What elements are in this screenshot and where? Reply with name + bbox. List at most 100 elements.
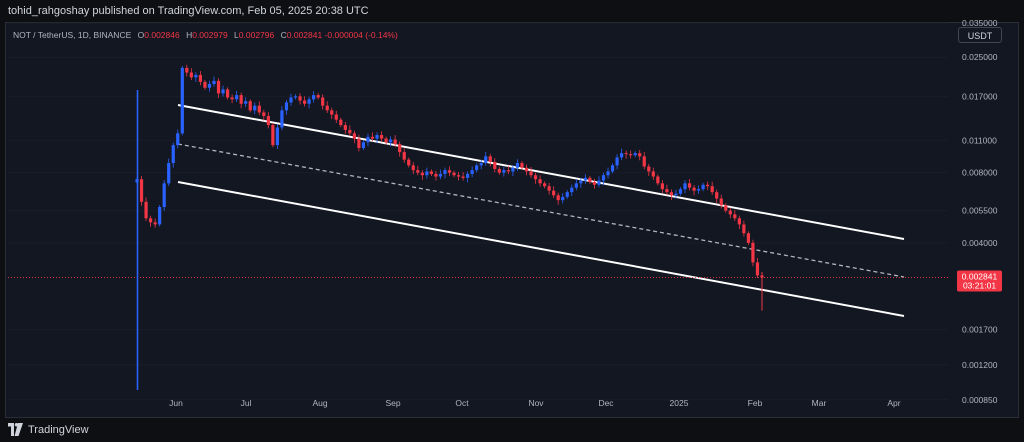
candle-up xyxy=(633,153,637,156)
candle-down xyxy=(728,210,732,215)
candle-up xyxy=(470,170,474,174)
candle-down xyxy=(189,72,193,78)
x-tick-label: Oct xyxy=(455,398,469,408)
low-value: 0.002796 xyxy=(238,30,275,40)
candle-down xyxy=(321,97,325,106)
x-tick-label: Mar xyxy=(812,398,827,408)
candle-up xyxy=(438,173,443,177)
candle-down xyxy=(733,214,737,219)
candle-down xyxy=(506,170,510,172)
candle-up xyxy=(167,163,171,184)
candle-up xyxy=(162,183,166,208)
candle-up xyxy=(425,171,429,176)
x-tick-label: Feb xyxy=(748,398,763,408)
y-tick-label: 0.000850 xyxy=(962,395,998,405)
x-tick-label: Sep xyxy=(385,398,400,408)
candle-down xyxy=(456,175,461,177)
candle-up xyxy=(701,184,705,190)
x-tick-label: 2025 xyxy=(670,398,689,408)
candle-up xyxy=(307,99,311,104)
candle-down xyxy=(529,171,533,176)
candle-up xyxy=(312,95,316,100)
candle-up xyxy=(212,80,216,84)
candle-up xyxy=(696,189,701,191)
candle-up xyxy=(515,163,520,168)
candle-up xyxy=(683,183,687,190)
candle-up xyxy=(674,193,678,196)
tradingview-logo-icon[interactable] xyxy=(8,423,23,436)
y-tick-label: 0.017000 xyxy=(962,91,998,101)
candle-up xyxy=(574,183,578,188)
candle-down xyxy=(348,129,352,134)
candle-up xyxy=(253,105,257,111)
candle-up xyxy=(570,187,574,193)
candle-up xyxy=(361,142,366,149)
candle-down xyxy=(330,110,334,115)
candle-down xyxy=(556,195,560,201)
candle-down xyxy=(629,154,633,156)
candle-down xyxy=(461,176,465,178)
price-chart[interactable]: 0.0500000.0350000.0250000.0170000.011000… xyxy=(0,0,1024,418)
candle-down xyxy=(706,184,710,187)
candle-down xyxy=(325,105,329,111)
candle-down xyxy=(715,192,719,199)
candle-down xyxy=(379,135,384,139)
candle-down xyxy=(420,172,424,176)
candle-down xyxy=(262,112,266,116)
candle-down xyxy=(334,114,338,120)
candle-down xyxy=(592,181,597,185)
candle-down xyxy=(552,190,556,196)
candle-down xyxy=(520,163,524,168)
candle-down xyxy=(624,153,628,155)
candle-up xyxy=(479,163,483,166)
candle-down xyxy=(737,218,741,225)
candle-down xyxy=(225,89,230,98)
candle-down xyxy=(257,105,261,113)
change-value: -0.000004 (-0.14%) xyxy=(324,30,398,40)
candle-down xyxy=(543,183,547,187)
x-tick-label: Nov xyxy=(528,398,544,408)
candle-up xyxy=(443,170,447,174)
candle-down xyxy=(148,218,153,223)
candle-down xyxy=(266,115,270,126)
candle-up xyxy=(280,110,284,128)
candle-up xyxy=(366,136,370,143)
candle-down xyxy=(447,170,452,173)
candle-up xyxy=(275,127,279,146)
candle-down xyxy=(198,74,203,82)
candle-down xyxy=(488,156,492,162)
candle-down xyxy=(719,198,723,206)
currency-button[interactable]: USDT xyxy=(958,27,1002,43)
candle-up xyxy=(678,189,683,194)
candle-up xyxy=(615,157,619,166)
candle-down xyxy=(692,187,696,191)
candle-up xyxy=(511,167,515,172)
candle-up xyxy=(583,177,587,181)
candle-up xyxy=(158,207,162,225)
candle-down xyxy=(660,183,664,190)
candle-down xyxy=(642,156,646,167)
candle-up xyxy=(171,145,175,164)
candle-up xyxy=(207,83,212,88)
candle-up xyxy=(389,139,393,143)
candle-down xyxy=(493,161,497,169)
candle-up xyxy=(565,192,569,197)
candle-up xyxy=(375,135,379,139)
candle-down xyxy=(343,125,347,130)
candle-up xyxy=(484,156,488,164)
candle-down xyxy=(724,205,728,211)
candle-up xyxy=(180,67,184,134)
candle-down xyxy=(434,173,438,177)
candle-down xyxy=(216,80,221,94)
candle-down xyxy=(144,201,148,219)
channel-upper-line xyxy=(177,104,905,240)
symbol-name[interactable]: NOT / TetherUS, 1D, BINANCE xyxy=(13,30,131,40)
candle-up xyxy=(135,179,139,183)
price-tag: 0.00284103:21:01 xyxy=(957,270,1002,292)
candle-down xyxy=(524,167,529,172)
candle-up xyxy=(475,165,479,171)
footer-brand[interactable]: TradingView xyxy=(28,418,89,442)
candle-up xyxy=(194,74,198,78)
candle-down xyxy=(139,179,144,202)
candle-down xyxy=(742,224,746,234)
